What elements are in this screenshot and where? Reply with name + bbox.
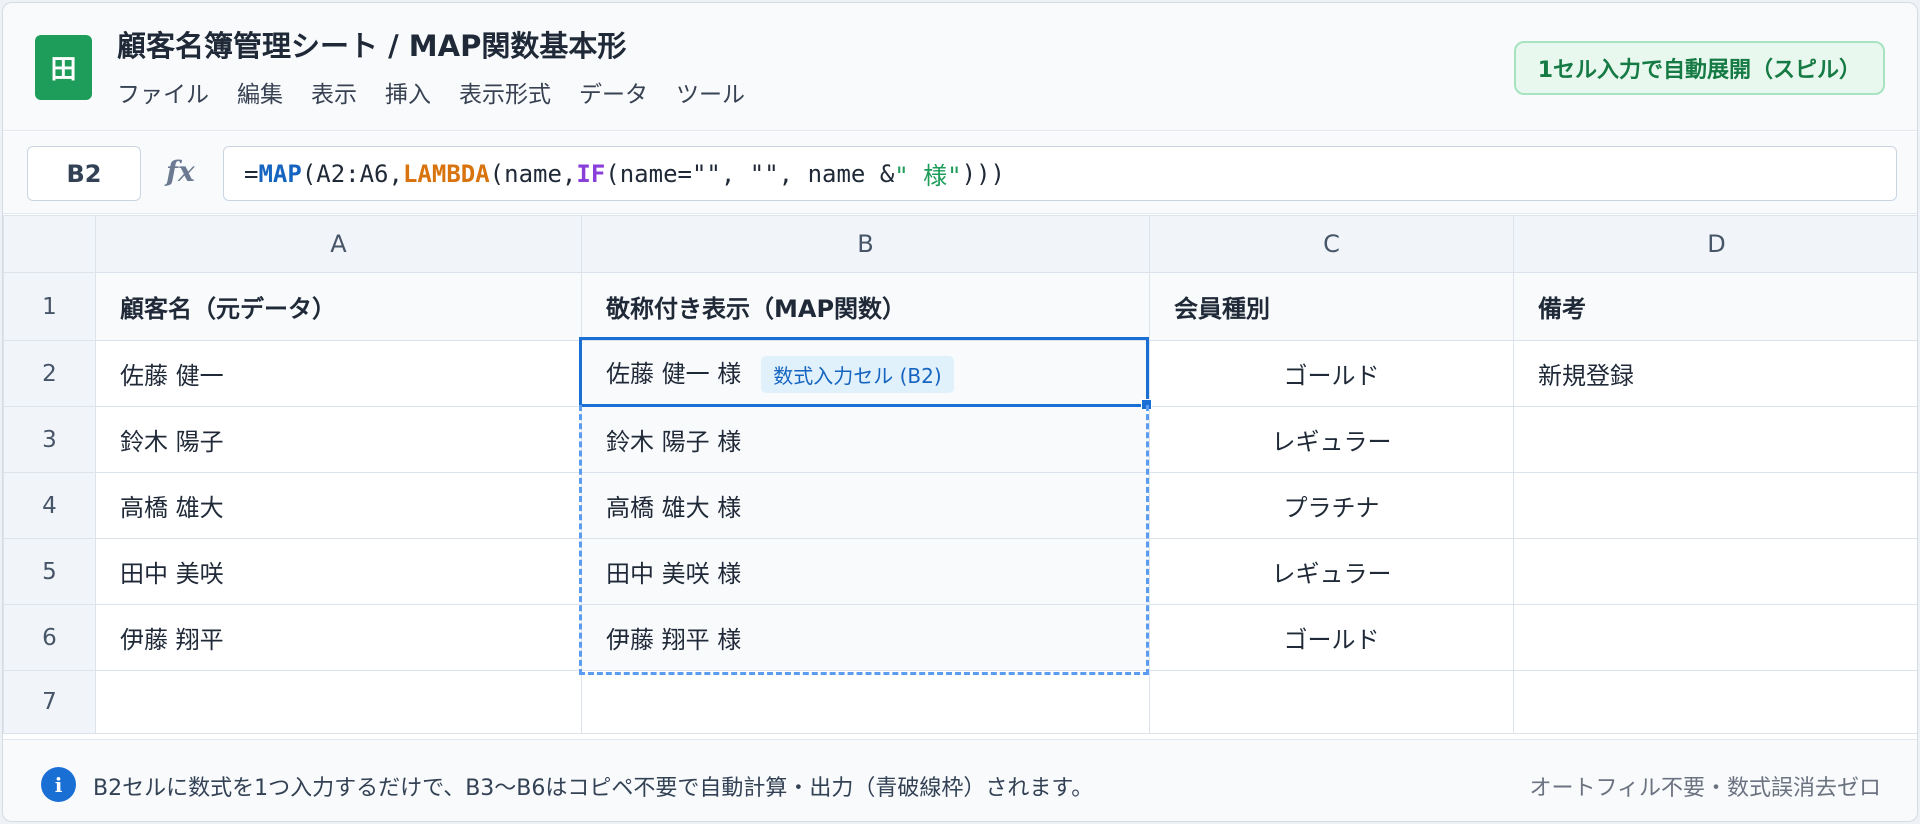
table-row: 2 佐藤 健一 佐藤 健一 様数式入力セル (B2) ゴールド 新規登録	[3, 340, 1917, 407]
app-header: 田 顧客名簿管理シート / MAP関数基本形 ファイル 編集 表示 挿入 表示形…	[3, 3, 1917, 131]
info-footer: i B2セルに数式を1つ入力するだけで、B3〜B6はコピペ不要で自動計算・出力（…	[3, 739, 1917, 821]
cell-d6[interactable]	[1513, 604, 1917, 671]
cell-b4[interactable]: 高橋 雄大 様	[581, 472, 1150, 539]
row-header-2[interactable]: 2	[3, 340, 96, 407]
column-header-b[interactable]: B	[581, 215, 1150, 273]
sheet-grid: A B C D 1 顧客名（元データ） 敬称付き表示（MAP関数） 会員種別 備…	[3, 215, 1917, 734]
menu-format[interactable]: 表示形式	[459, 75, 551, 109]
cell-a6[interactable]: 伊藤 翔平	[95, 604, 582, 671]
formula-token: (A2:A6,	[301, 159, 403, 188]
cell-c4[interactable]: プラチナ	[1149, 472, 1514, 539]
menu-edit[interactable]: 編集	[237, 75, 283, 109]
cell-d3[interactable]	[1513, 406, 1917, 473]
fill-handle[interactable]	[1141, 399, 1152, 410]
cell-d1[interactable]: 備考	[1513, 272, 1917, 341]
cell-b1[interactable]: 敬称付き表示（MAP関数）	[581, 272, 1150, 341]
sheets-logo-icon[interactable]: 田	[35, 35, 92, 100]
table-row: 7	[3, 670, 1917, 734]
formula-bar: B2 fx = MAP (A2:A6, LAMBDA (name, IF (name="",…	[3, 132, 1917, 214]
footer-tagline: オートフィル不要・数式誤消去ゼロ	[1529, 776, 1881, 801]
row-header-3[interactable]: 3	[3, 406, 96, 473]
cell-c3[interactable]: レギュラー	[1149, 406, 1514, 473]
fx-icon: fx	[166, 155, 195, 188]
spreadsheet-window: 田 顧客名簿管理シート / MAP関数基本形 ファイル 編集 表示 挿入 表示形…	[2, 2, 1918, 822]
menu-tools[interactable]: ツール	[676, 75, 745, 109]
cell-b5[interactable]: 田中 美咲 様	[581, 538, 1150, 605]
column-header-d[interactable]: D	[1513, 215, 1917, 273]
menu-view[interactable]: 表示	[311, 75, 357, 109]
formula-token: =	[244, 159, 259, 188]
menu-data[interactable]: データ	[579, 75, 648, 109]
row-header-1[interactable]: 1	[3, 272, 96, 341]
cell-a5[interactable]: 田中 美咲	[95, 538, 582, 605]
formula-fn-lambda: LAMBDA	[402, 159, 490, 188]
info-icon: i	[41, 767, 76, 802]
cell-d4[interactable]	[1513, 472, 1917, 539]
cell-c2[interactable]: ゴールド	[1149, 340, 1514, 407]
table-row: 6 伊藤 翔平 伊藤 翔平 様 ゴールド	[3, 604, 1917, 671]
cell-a7[interactable]	[95, 670, 582, 734]
cell-a2[interactable]: 佐藤 健一	[95, 340, 582, 407]
formula-token: )))	[961, 159, 1005, 188]
formula-cell-tag: 数式入力セル (B2)	[761, 356, 954, 394]
cell-b2-value: 佐藤 健一 様	[606, 359, 742, 388]
cell-c6[interactable]: ゴールド	[1149, 604, 1514, 671]
row-header-4[interactable]: 4	[3, 472, 96, 539]
row-header-6[interactable]: 6	[3, 604, 96, 671]
select-all-corner[interactable]	[3, 215, 96, 273]
formula-token: (name,	[489, 159, 577, 188]
table-row: 5 田中 美咲 田中 美咲 様 レギュラー	[3, 538, 1917, 605]
menu-bar: ファイル 編集 表示 挿入 表示形式 データ ツール	[117, 75, 745, 109]
cell-d7[interactable]	[1513, 670, 1917, 734]
cell-a1[interactable]: 顧客名（元データ）	[95, 272, 582, 341]
cell-a4[interactable]: 高橋 雄大	[95, 472, 582, 539]
spill-badge: 1セル入力で自動展開（スピル）	[1513, 41, 1885, 95]
cell-b7[interactable]	[581, 670, 1150, 734]
cell-b6[interactable]: 伊藤 翔平 様	[581, 604, 1150, 671]
formula-string: " 様"	[894, 162, 962, 190]
column-header-c[interactable]: C	[1149, 215, 1514, 273]
cell-c7[interactable]	[1149, 670, 1514, 734]
cell-d5[interactable]	[1513, 538, 1917, 605]
menu-file[interactable]: ファイル	[117, 75, 209, 109]
cell-a3[interactable]: 鈴木 陽子	[95, 406, 582, 473]
cell-c5[interactable]: レギュラー	[1149, 538, 1514, 605]
formula-fn-map: MAP	[258, 159, 302, 188]
formula-token: (name="", "", name &	[605, 159, 895, 188]
row-header-5[interactable]: 5	[3, 538, 96, 605]
cell-b2[interactable]: 佐藤 健一 様数式入力セル (B2)	[581, 340, 1150, 407]
table-row: 1 顧客名（元データ） 敬称付き表示（MAP関数） 会員種別 備考	[3, 272, 1917, 341]
document-title[interactable]: 顧客名簿管理シート / MAP関数基本形	[117, 23, 626, 65]
name-box[interactable]: B2	[27, 146, 141, 201]
formula-fn-if: IF	[576, 159, 606, 188]
footer-note: B2セルに数式を1つ入力するだけで、B3〜B6はコピペ不要で自動計算・出力（青破…	[93, 776, 1094, 801]
table-row: 4 高橋 雄大 高橋 雄大 様 プラチナ	[3, 472, 1917, 539]
cell-b3[interactable]: 鈴木 陽子 様	[581, 406, 1150, 473]
cell-c1[interactable]: 会員種別	[1149, 272, 1514, 341]
table-row: 3 鈴木 陽子 鈴木 陽子 様 レギュラー	[3, 406, 1917, 473]
row-header-7[interactable]: 7	[3, 670, 96, 734]
menu-insert[interactable]: 挿入	[385, 75, 431, 109]
column-header-a[interactable]: A	[95, 215, 582, 273]
formula-input[interactable]: = MAP (A2:A6, LAMBDA (name, IF (name="", "", n…	[223, 146, 1897, 201]
cell-d2[interactable]: 新規登録	[1513, 340, 1917, 407]
